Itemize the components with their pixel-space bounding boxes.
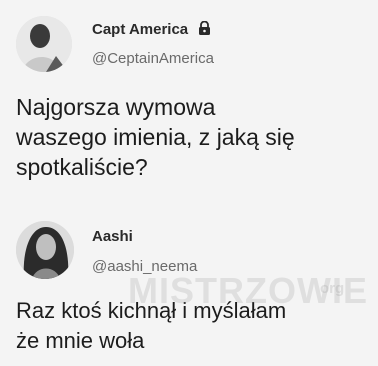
avatar-image: [16, 16, 72, 72]
avatar[interactable]: [16, 221, 74, 279]
author-handle[interactable]: @CeptainAmerica: [92, 50, 214, 67]
avatar[interactable]: [16, 16, 72, 72]
author-name[interactable]: Aashi: [92, 228, 133, 245]
watermark-suffix: org: [320, 280, 345, 297]
lock-icon: [198, 20, 211, 39]
author-name[interactable]: Capt America: [92, 20, 211, 39]
avatar-image: [16, 221, 74, 279]
tweet-text: Najgorsza wymowa waszego imienia, z jaką…: [16, 94, 295, 180]
